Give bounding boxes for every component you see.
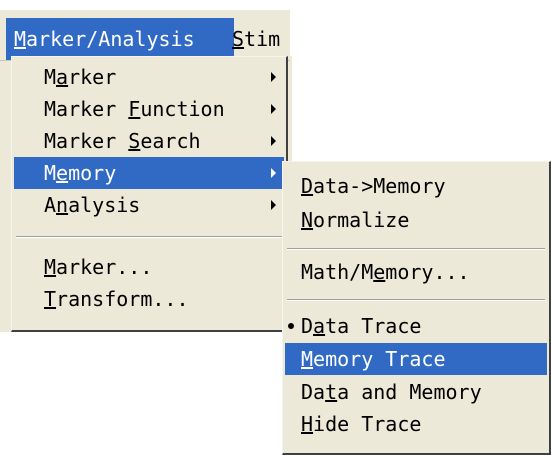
menu-item-analysis[interactable]: Analysis [14,189,284,221]
menu-item-label: Marker Function [44,97,225,121]
menu-item-label: Marker... [44,255,153,279]
menu-item-data-to-memory[interactable]: Data->Memory [285,170,547,202]
menu-item-label: Analysis [44,193,141,217]
menu-bar: Marker/Analysis Stim [0,10,290,61]
menu-item-label: Hide Trace [301,412,422,436]
menu-item-math-memory[interactable]: Math/Memory... [285,256,547,288]
menu-item-label: Data and Memory [301,380,482,404]
memory-submenu: Data->Memory Normalize Math/Memory... Da… [282,161,551,455]
submenu-arrow-icon [271,200,276,210]
menu-item-marker-search[interactable]: Marker Search [14,125,284,157]
menu-item-marker-dialog[interactable]: Marker... [14,251,284,283]
menu-item-normalize[interactable]: Normalize [285,204,547,236]
background-window-edge-right [288,56,292,161]
submenu-arrow-icon [271,104,276,114]
menu-item-transform-dialog[interactable]: Transform... [14,283,284,315]
screen: Marker/Analysis Stim Marker Marker Funct… [0,0,551,455]
menu-item-label: Memory [44,161,117,185]
menu-separator [16,236,282,238]
submenu-arrow-icon [271,136,276,146]
menu-item-label: Marker Search [44,129,201,153]
background-window-edge [0,56,11,332]
menu-item-marker-function[interactable]: Marker Function [14,93,284,125]
menu-item-label: Math/Memory... [301,260,470,284]
menu-item-marker[interactable]: Marker [14,61,284,93]
menu-item-label: Data Trace [301,314,422,338]
marker-analysis-menu: Marker Marker Function Marker Search Mem… [11,56,288,332]
menubar-stimulus[interactable]: Stim [226,18,288,60]
submenu-arrow-icon [271,72,276,82]
menu-item-data-and-memory[interactable]: Data and Memory [285,376,547,408]
radio-bullet-icon [288,323,294,329]
menu-item-label: Normalize [301,208,410,232]
menu-item-data-trace[interactable]: Data Trace [285,310,547,342]
menu-item-label: Memory Trace [301,347,446,371]
submenu-arrow-icon [271,168,276,178]
menu-item-label: Transform... [44,287,189,311]
menu-item-memory-trace[interactable]: Memory Trace [285,343,547,375]
menu-item-memory[interactable]: Memory [14,157,284,189]
menu-item-label: Marker [44,65,117,89]
menubar-marker-analysis[interactable]: Marker/Analysis [6,18,234,60]
menu-item-label: Data->Memory [301,174,446,198]
menu-separator [287,299,545,301]
menu-separator [287,248,545,250]
menu-item-hide-trace[interactable]: Hide Trace [285,408,547,440]
